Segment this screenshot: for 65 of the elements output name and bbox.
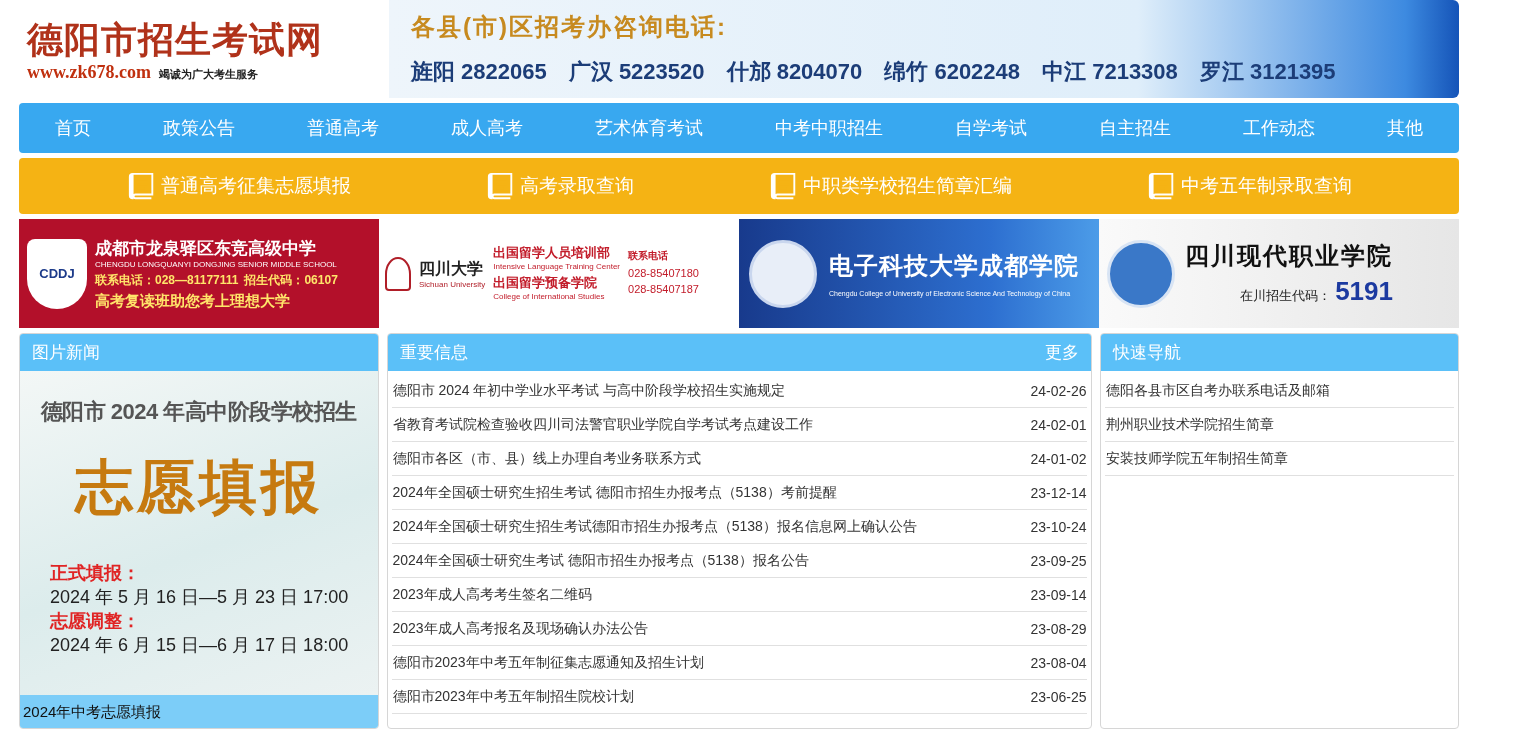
vocational-ad-banner[interactable]: 四川现代职业学院 在川招生代码：5191	[1099, 219, 1459, 328]
site-url: www.zk678.com	[27, 61, 151, 83]
ad-college-name: 电子科技大学成都学院	[829, 251, 1079, 281]
ad-university-name-en: Sichuan University	[419, 279, 486, 289]
news-date: 23-08-29	[1030, 620, 1087, 637]
news-link[interactable]: 2023年成人高考考生签名二维码	[392, 585, 592, 604]
news-link[interactable]: 德阳市 2024 年初中学业水平考试 与高中阶段学校招生实施规定	[392, 381, 786, 400]
news-link[interactable]: 2024年全国硕士研究生招生考试 德阳市招生办报考点（5138）考前提醒	[392, 483, 837, 502]
hotline-number: 罗江 3121395	[1199, 58, 1336, 86]
ad-code: 招生代码：06107	[244, 271, 338, 289]
poster-label: 志愿调整：	[50, 610, 141, 633]
hotline-number: 绵竹 6202248	[884, 58, 1021, 86]
news-date: 24-01-02	[1030, 450, 1087, 467]
news-link[interactable]: 德阳市2023年中考五年制招生院校计划	[392, 687, 634, 706]
poster-heading: 德阳市 2024 年高中阶段学校招生	[40, 398, 357, 426]
poster-label: 正式填报：	[50, 562, 141, 585]
news-link[interactable]: 省教育考试院检查验收四川司法警官职业学院自学考试考点建设工作	[392, 415, 813, 434]
ad-program-name: 出国留学人员培训部	[493, 243, 612, 262]
ad-university-name: 四川大学	[419, 258, 484, 279]
news-date: 23-12-14	[1030, 484, 1087, 501]
ad-college-name: 四川现代职业学院	[1185, 242, 1393, 271]
hotline-number: 中江 7213308	[1042, 58, 1178, 86]
site-slogan: 竭诚为广大考生服务	[159, 66, 258, 82]
news-link[interactable]: 德阳市2023年中考五年制征集志愿通知及招生计划	[392, 653, 704, 672]
ad-code-label: 在川招生代码：	[1240, 287, 1332, 305]
hotline-number: 旌阳 2822065	[411, 58, 547, 86]
ad-phone: 028-85407187	[628, 282, 699, 295]
panel-title: 图片新闻	[32, 342, 100, 364]
news-date: 23-08-04	[1030, 654, 1087, 671]
school-logo: CDDJ	[27, 238, 87, 309]
panel-title: 重要信息	[399, 342, 468, 364]
nav-shortcut-link[interactable]: 荆州职业技术学院招生简章	[1105, 415, 1274, 434]
ad-program-name: 出国留学预备学院	[493, 273, 599, 292]
ad-slogan: 高考复读班助您考上理想大学	[95, 291, 291, 311]
ad-program-name-en: College of International Studies	[493, 291, 606, 301]
site-logo-title: 德阳市招生考试网	[27, 18, 324, 62]
news-date: 24-02-26	[1030, 382, 1087, 399]
poster-dates: 2024 年 6 月 15 日—6 月 17 日 18:00	[50, 634, 349, 657]
hotline-number: 广汉 5223520	[568, 58, 705, 86]
nav-shortcut-link[interactable]: 安装技师学院五年制招生简章	[1105, 449, 1288, 468]
panel-title: 快速导航	[1112, 342, 1181, 364]
ad-school-name: 成都市龙泉驿区东竞高级中学	[95, 237, 317, 260]
news-date: 24-02-01	[1030, 416, 1087, 433]
hotline-title: 各县(市)区招考办咨询电话:	[411, 12, 728, 42]
news-link[interactable]: 德阳市各区（市、县）线上办理自考业务联系方式	[392, 449, 701, 468]
nav-shortcut-link[interactable]: 德阳各县市区自考办联系电话及邮箱	[1105, 381, 1330, 400]
photo-caption[interactable]: 2024年中考志愿填报	[20, 695, 378, 728]
news-link[interactable]: 2024年全国硕士研究生考试 德阳市招生办报考点（5138）报名公告	[392, 551, 809, 570]
ad-phone-label: 联系电话	[628, 248, 669, 263]
news-date: 23-10-24	[1030, 518, 1087, 535]
poster-dates: 2024 年 5 月 16 日—5 月 23 日 17:00	[50, 586, 349, 609]
hotline-number: 什邡 8204070	[726, 58, 863, 86]
school-ad-banner[interactable]: CDDJ 成都市龙泉驿区东竞高级中学 CHENGDU LONGQUANYI DONGJING SENIOR MIDDLE SCHOOL 联系电话：028—81177111 招生代码：06107 高考复读班助您考上理想大学	[19, 219, 379, 328]
news-date: 23-09-14	[1030, 586, 1087, 603]
news-date: 23-09-25	[1030, 552, 1087, 569]
ad-program-name-en: Intensive Language Training Center	[493, 261, 620, 271]
ad-code: 5191	[1335, 276, 1393, 307]
news-link[interactable]: 2024年全国硕士研究生招生考试德阳市招生办报考点（5138）报名信息网上确认公告	[392, 517, 917, 536]
ad-school-name-en: CHENGDU LONGQUANYI DONGJING SENIOR MIDDLE SCHOOL	[95, 259, 338, 269]
poster-title: 志愿填报	[74, 453, 323, 521]
news-date: 23-06-25	[1030, 688, 1087, 705]
news-link[interactable]: 2023年成人高考报名及现场确认办法公告	[392, 619, 648, 638]
news-poster[interactable]: 德阳市 2024 年高中阶段学校招生 志愿填报 正式填报： 2024 年 5 月 16 日—5 月 23 日 17:00 志愿调整： 2024 年 6 月 15 日—6 月 17 日 18:00 2024年中考志愿填报	[20, 371, 378, 728]
ad-phone: 028-85407180	[628, 266, 699, 279]
ad-phone: 联系电话：028—81177111	[95, 271, 239, 289]
